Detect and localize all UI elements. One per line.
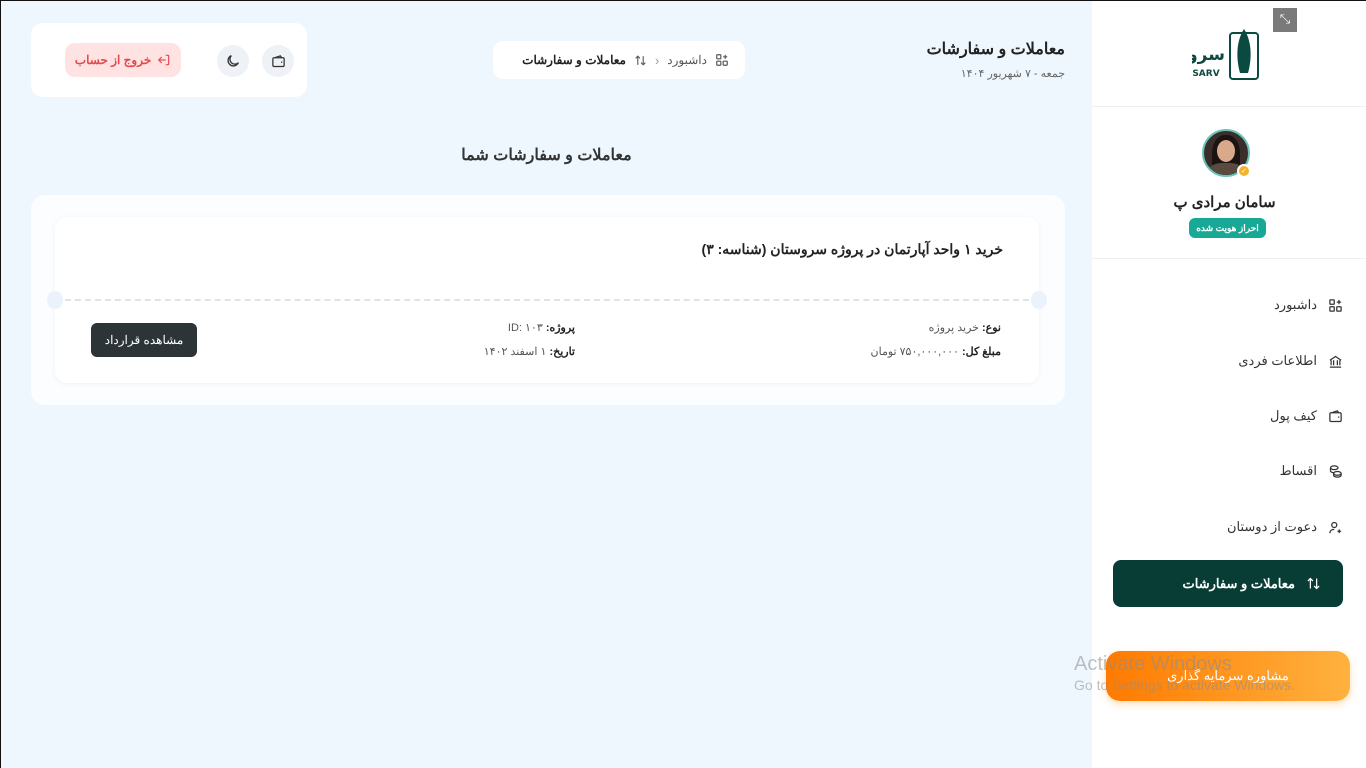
page-date: جمعه - ۷ شهریور ۱۴۰۴ [960,68,1065,80]
deal-type-label: نوع: [982,322,1001,334]
card-notch-left [47,291,63,309]
sarv-logo[interactable]: سرو SARV [1186,27,1262,81]
sidebar-item-label: معاملات و سفارشات [1182,575,1295,591]
dashed-divider [65,299,1029,301]
user-profile: ✓ سامان مرادی پ احراز هویت شده [1092,107,1366,259]
dashboard-grid-icon [716,54,728,66]
sidebar-item-invite-friends[interactable]: دعوت از دوستان [1113,505,1343,549]
logo-area: سرو SARV [1092,1,1366,107]
deal-amount-value: ۷۵۰,۰۰۰,۰۰۰ تومان [870,346,959,358]
deal-project-label: پروژه: [545,322,575,334]
sidebar-item-wallet[interactable]: کیف پول [1113,394,1343,438]
header-actions: خروج از حساب [31,23,307,97]
logo-text: سرو [1192,45,1225,65]
sidebar-item-dashboard[interactable]: داشبورد [1113,283,1343,327]
moon-icon [227,55,239,67]
logout-button[interactable]: خروج از حساب [65,43,181,77]
deal-type: نوع: خرید پروژه [929,321,1001,334]
sidebar-item-label: کیف پول [1270,408,1317,423]
deal-card: خرید ۱ واحد آپارتمان در پروژه سروستان (ش… [47,217,1047,383]
deal-amount: مبلغ کل: ۷۵۰,۰۰۰,۰۰۰ تومان [871,345,1001,358]
sidebar-item-label: دعوت از دوستان [1226,519,1317,534]
sidebar-item-label: اطلاعات فردی [1238,353,1317,368]
swap-arrows-icon [1305,576,1321,592]
card-notch-right [1031,291,1047,309]
swap-arrows-icon [635,54,646,66]
sidebar-item-installments[interactable]: اقساط [1113,449,1343,493]
main-content: خروج از حساب داشبورد ‹ معاملات و سفارشات… [1,1,1092,768]
user-name: سامان مرادی پ [1173,194,1276,211]
bank-building-icon [1327,353,1343,369]
sidebar-item-label: اقساط [1279,463,1317,478]
page-header: معاملات و سفارشات جمعه - ۷ شهریور ۱۴۰۴ [881,39,1065,80]
cypress-tree-icon: سرو SARV [1186,29,1259,80]
sidebar-item-personal-info[interactable]: اطلاعات فردی [1113,339,1343,383]
deal-amount-label: مبلغ کل: [962,346,1001,358]
breadcrumb-home-link[interactable]: داشبورد [667,53,707,67]
breadcrumb-current: معاملات و سفارشات [522,53,626,67]
os-activation-watermark-subtitle: Go to Settings to activate Windows. [1074,677,1295,693]
deal-date-value: ۱ اسفند ۱۴۰۲ [483,346,547,358]
section-title: معاملات و سفارشات شما [461,147,632,164]
user-plus-icon [1327,519,1343,535]
chevron-left-icon: ‹ [654,52,660,68]
deal-title: خرید ۱ واحد آپارتمان در پروژه سروستان (ش… [701,241,1003,257]
wallet-icon [271,54,285,67]
verified-check-icon: ✓ [1237,164,1251,178]
theme-toggle-button[interactable] [217,45,249,77]
deal-project: پروژه: ID: ۱۰۳ [508,321,575,334]
wallet-icon [1327,408,1343,424]
deal-date: تاریخ: ۱ اسفند ۱۴۰۲ [484,345,575,358]
installments-coins-icon [1327,463,1343,479]
view-contract-button[interactable]: مشاهده قرارداد [91,323,197,357]
verified-badge: احراز هویت شده [1189,218,1266,238]
deal-type-value: خرید پروژه [928,322,979,334]
logout-label: خروج از حساب [74,53,152,67]
collapse-arrows-icon[interactable]: ⤡ [1273,8,1297,32]
page-title: معاملات و سفارشات [926,41,1065,58]
logo-subtext: SARV [1192,69,1219,79]
sidebar-item-label: داشبورد [1274,297,1317,312]
dashboard-grid-icon [1327,297,1343,313]
logout-icon [158,54,170,66]
deal-project-value: ID: ۱۰۳ [507,322,543,334]
sidebar-item-deals-orders[interactable]: معاملات و سفارشات [1113,560,1343,607]
deal-date-label: تاریخ: [549,346,575,358]
os-activation-watermark-title: Activate Windows [1074,653,1232,675]
breadcrumb: داشبورد ‹ معاملات و سفارشات [493,41,745,79]
deals-container: خرید ۱ واحد آپارتمان در پروژه سروستان (ش… [31,195,1065,405]
wallet-button[interactable] [262,45,294,77]
